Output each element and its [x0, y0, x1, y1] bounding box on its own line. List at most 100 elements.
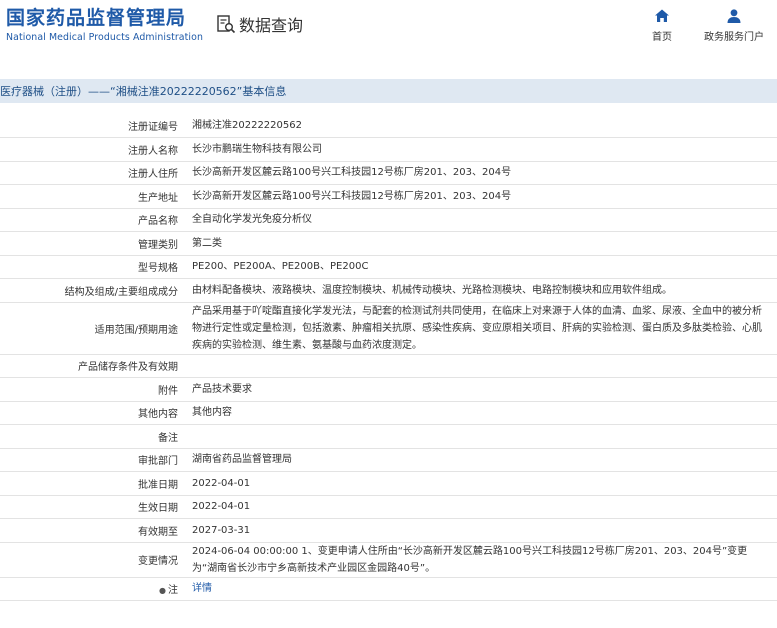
- logo-title-cn: 国家药品监督管理局: [6, 7, 187, 29]
- row-label-text: 注册人名称: [128, 145, 178, 157]
- row-value: [185, 424, 777, 449]
- row-value-text: 产品采用基于吖啶酯直接化学发光法，与配套的检测试剂共同使用，在临床上对来源于人体…: [192, 305, 762, 351]
- row-value-text: 2022-04-01: [192, 477, 251, 489]
- row-value-text: 由材料配备模块、液路模块、温度控制模块、机械传动模块、光路检测模块、电路控制模块…: [192, 284, 672, 296]
- row-label: 型号规格: [0, 255, 185, 279]
- row-value: 产品技术要求: [185, 377, 777, 402]
- row-label-text: 生效日期: [138, 503, 178, 515]
- row-label-text: 其他内容: [138, 409, 178, 421]
- row-label-text: 审批部门: [138, 456, 178, 468]
- row-label: 生效日期: [0, 495, 185, 519]
- pin-icon: ●: [159, 586, 166, 596]
- table-row: 结构及组成/主要组成成分 由材料配备模块、液路模块、温度控制模块、机械传动模块、光…: [0, 278, 777, 303]
- table-row: 适用范围/预期用途 产品采用基于吖啶酯直接化学发光法，与配套的检测试剂共同使用，在…: [0, 302, 777, 355]
- row-label: 适用范围/预期用途: [0, 302, 185, 355]
- logo-title-en: National Medical Products Administration: [6, 32, 204, 43]
- row-label-text: 生产地址: [138, 192, 178, 204]
- row-label: 备注: [0, 424, 185, 449]
- table-row: 审批部门 湖南省药品监督管理局: [0, 448, 777, 472]
- row-label: 生产地址: [0, 184, 185, 209]
- row-label-text: 注: [168, 585, 178, 597]
- row-label: 批准日期: [0, 471, 185, 496]
- row-value: 详情: [185, 577, 777, 601]
- user-icon: [727, 9, 741, 23]
- row-value: 湘械注准20222220562: [185, 114, 777, 138]
- table-row: 备注: [0, 424, 777, 449]
- row-value-text: 第二类: [192, 237, 222, 249]
- row-label: 变更情况: [0, 542, 185, 578]
- row-label: 结构及组成/主要组成成分: [0, 278, 185, 303]
- row-label: 管理类别: [0, 231, 185, 256]
- table-row: 产品储存条件及有效期: [0, 354, 777, 378]
- table-row: 注册人住所 长沙高新开发区麓云路100号兴工科技园12号栋厂房201、203、20…: [0, 161, 777, 185]
- home-icon: [655, 9, 669, 22]
- row-value-text: 其他内容: [192, 407, 232, 419]
- row-value: [185, 354, 777, 378]
- data-query-link[interactable]: 数据查询: [216, 12, 303, 36]
- table-row: 型号规格 PE200、PE200A、PE200B、PE200C: [0, 255, 777, 279]
- row-label: 审批部门: [0, 448, 185, 472]
- row-value: 由材料配备模块、液路模块、温度控制模块、机械传动模块、光路检测模块、电路控制模块…: [185, 278, 777, 303]
- row-value-text: 长沙市鹏瑞生物科技有限公司: [192, 143, 322, 155]
- nav-home[interactable]: 首页: [652, 8, 672, 43]
- table-row: 批准日期 2022-04-01: [0, 471, 777, 496]
- detail-table: 注册证编号 湘械注准20222220562 注册人名称 长沙市鹏瑞生物科技有限公司 注册…: [0, 114, 777, 601]
- row-value-text: 湘械注准20222220562: [192, 120, 302, 131]
- row-label-text: 结构及组成/主要组成成分: [64, 286, 178, 298]
- row-value: 2022-04-01: [185, 495, 777, 519]
- table-row: 变更情况 2024-06-04 00:00:00 1、变更申请人住所由“长沙高新开…: [0, 542, 777, 578]
- nav-home-label: 首页: [652, 32, 672, 43]
- row-label: 注册证编号: [0, 114, 185, 138]
- table-row: 附件 产品技术要求: [0, 377, 777, 402]
- table-row: ● 注详情: [0, 577, 777, 601]
- breadcrumb: 医疗器械（注册）——“湘械注准20222220562”基本信息: [0, 79, 777, 103]
- details-link[interactable]: 详情: [192, 583, 212, 594]
- row-value-text: 2027-03-31: [192, 524, 251, 536]
- row-label-text: 批准日期: [138, 479, 178, 491]
- row-value: 长沙高新开发区麓云路100号兴工科技园12号栋厂房201、203、204号: [185, 184, 777, 209]
- row-label: 附件: [0, 377, 185, 402]
- row-label: 其他内容: [0, 401, 185, 425]
- table-row: 生效日期 2022-04-01: [0, 495, 777, 519]
- table-row: 有效期至 2027-03-31: [0, 518, 777, 543]
- table-row: 注册证编号 湘械注准20222220562: [0, 114, 777, 138]
- row-label: 有效期至: [0, 518, 185, 543]
- site-header: 国家药品监督管理局 National Medical Products Admi…: [0, 0, 777, 62]
- row-value: 第二类: [185, 231, 777, 256]
- row-value: 2022-04-01: [185, 471, 777, 496]
- row-value: 产品采用基于吖啶酯直接化学发光法，与配套的检测试剂共同使用，在临床上对来源于人体…: [185, 302, 777, 355]
- row-label-text: 附件: [158, 385, 178, 397]
- nav-gov-label: 政务服务门户: [704, 32, 764, 43]
- table-row: 生产地址 长沙高新开发区麓云路100号兴工科技园12号栋厂房201、203、204…: [0, 184, 777, 209]
- row-label: ● 注: [0, 577, 185, 601]
- row-value: 长沙高新开发区麓云路100号兴工科技园12号栋厂房201、203、204号: [185, 161, 777, 185]
- table-row: 其他内容 其他内容: [0, 401, 777, 425]
- row-label: 产品储存条件及有效期: [0, 354, 185, 378]
- row-label: 注册人名称: [0, 137, 185, 162]
- row-label-text: 注册证编号: [128, 122, 178, 133]
- row-label-text: 备注: [158, 432, 178, 444]
- row-value: 湖南省药品监督管理局: [185, 448, 777, 472]
- row-label-text: 注册人住所: [128, 169, 178, 181]
- row-value: 2027-03-31: [185, 518, 777, 543]
- row-value: PE200、PE200A、PE200B、PE200C: [185, 255, 777, 279]
- row-value-text: 2024-06-04 00:00:00 1、变更申请人住所由“长沙高新开发区麓云…: [192, 545, 748, 574]
- row-value: 长沙市鹏瑞生物科技有限公司: [185, 137, 777, 162]
- table-row: 注册人名称 长沙市鹏瑞生物科技有限公司: [0, 137, 777, 162]
- row-label-text: 变更情况: [138, 556, 178, 567]
- breadcrumb-text: 医疗器械（注册）——“湘械注准20222220562”基本信息: [0, 85, 287, 98]
- row-value-text: PE200、PE200A、PE200B、PE200C: [192, 261, 369, 273]
- row-value: 全自动化学发光免疫分析仪: [185, 208, 777, 232]
- row-value-text: 产品技术要求: [192, 383, 252, 395]
- site-logo[interactable]: 国家药品监督管理局 National Medical Products Admi…: [6, 6, 203, 44]
- row-label: 产品名称: [0, 208, 185, 232]
- row-value-text: 全自动化学发光免疫分析仪: [192, 214, 312, 226]
- row-value: 2024-06-04 00:00:00 1、变更申请人住所由“长沙高新开发区麓云…: [185, 542, 777, 578]
- table-row: 产品名称 全自动化学发光免疫分析仪: [0, 208, 777, 232]
- row-label-text: 产品储存条件及有效期: [78, 362, 178, 374]
- row-value: 其他内容: [185, 401, 777, 425]
- row-label: 注册人住所: [0, 161, 185, 185]
- table-row: 管理类别 第二类: [0, 231, 777, 256]
- nav-gov-service-portal[interactable]: 政务服务门户: [704, 8, 764, 43]
- row-value-text: 长沙高新开发区麓云路100号兴工科技园12号栋厂房201、203、204号: [192, 190, 512, 202]
